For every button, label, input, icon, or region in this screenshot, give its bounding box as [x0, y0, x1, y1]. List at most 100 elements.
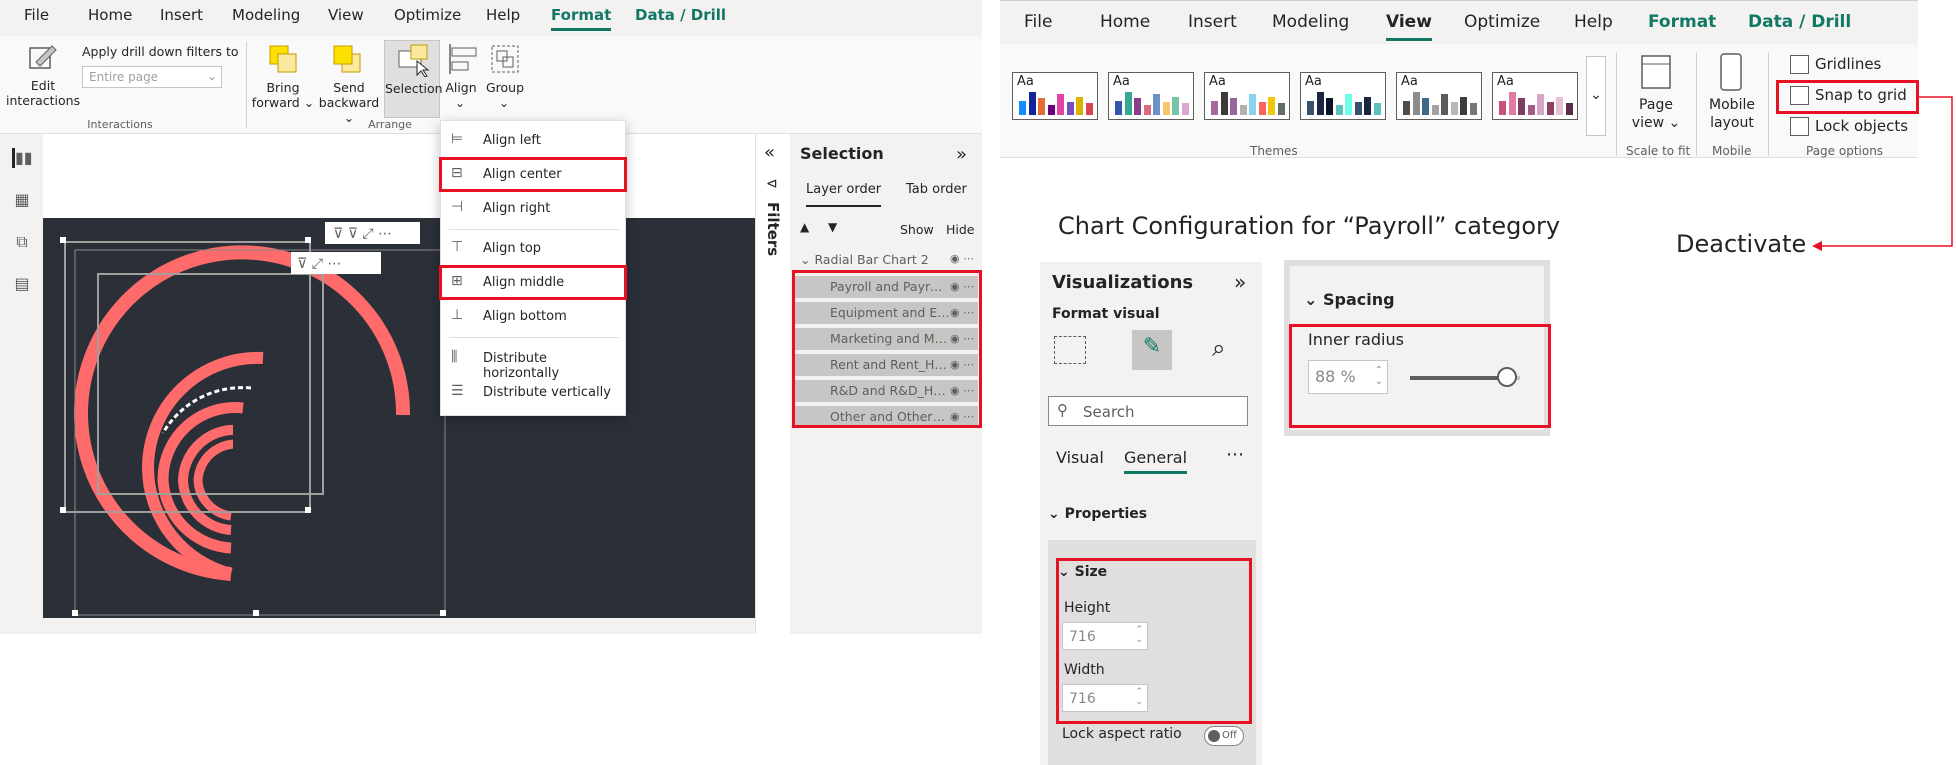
- theme-color-swatch: [1431, 105, 1439, 115]
- format-brush-icon[interactable]: ✎: [1132, 330, 1172, 370]
- move-up-icon[interactable]: ▲: [800, 220, 809, 234]
- tab-general[interactable]: General: [1124, 448, 1188, 474]
- menu-help[interactable]: Help: [1574, 12, 1613, 32]
- menu-view[interactable]: View: [1386, 12, 1432, 41]
- theme-color-swatch: [1527, 105, 1535, 115]
- lock-aspect-label: Lock aspect ratio: [1062, 726, 1182, 742]
- menu-insert[interactable]: Insert: [1188, 12, 1237, 32]
- lock-aspect-toggle[interactable]: Off: [1204, 726, 1244, 746]
- theme-tile[interactable]: Aa: [1012, 72, 1098, 120]
- hide-all-button[interactable]: Hide: [946, 222, 975, 237]
- align-left-item[interactable]: ⊨ Align left: [441, 125, 627, 157]
- distribute-vertically-item[interactable]: ☰ Distribute vertically: [441, 377, 627, 409]
- menu-bar: File Home Insert Modeling View Optimize …: [0, 0, 982, 36]
- layer-item-other: Other and Other_...: [830, 409, 950, 424]
- slider-thumb[interactable]: [1496, 367, 1517, 387]
- gridlines-checkbox[interactable]: [1790, 55, 1809, 74]
- themes-dropdown-chevron-icon[interactable]: ⌄: [1586, 56, 1606, 136]
- align-right-item[interactable]: ⊣ Align right: [441, 193, 627, 225]
- filters-pane-collapsed[interactable]: « ⊲ Filters: [755, 134, 790, 634]
- show-all-button[interactable]: Show: [900, 222, 934, 237]
- menu-data-drill[interactable]: Data / Drill: [1748, 12, 1851, 32]
- menu-insert[interactable]: Insert: [160, 6, 203, 24]
- theme-color-swatch: [1172, 97, 1179, 115]
- inner-radius-input[interactable]: 88 % ⌃ ⌄: [1308, 360, 1388, 394]
- menu-optimize[interactable]: Optimize: [394, 6, 461, 24]
- stepper-icon[interactable]: ⌃ ⌄: [1135, 625, 1143, 645]
- properties-section[interactable]: ⌄ Properties: [1048, 506, 1147, 522]
- layer-item-rent: Rent and Rent_Hel...: [830, 357, 950, 372]
- eye-icon[interactable]: ◉ ⋯: [950, 332, 974, 345]
- theme-color-swatch: [1326, 98, 1333, 115]
- page-view-button[interactable]: Page view ⌄: [1630, 96, 1682, 132]
- eye-icon[interactable]: ◉ ⋯: [950, 306, 974, 319]
- menu-home[interactable]: Home: [88, 6, 132, 24]
- eye-icon[interactable]: ◉ ⋯: [950, 280, 974, 293]
- menu-modeling[interactable]: Modeling: [232, 6, 300, 24]
- align-middle-item[interactable]: ⊞ Align middle: [441, 267, 627, 299]
- menu-view[interactable]: View: [328, 6, 364, 24]
- spacing-section-toggle[interactable]: ⌄ Spacing: [1304, 290, 1395, 309]
- menu-data-drill[interactable]: Data / Drill: [635, 6, 726, 24]
- height-input[interactable]: 716 ⌃ ⌄: [1062, 622, 1148, 650]
- theme-tile[interactable]: Aa: [1396, 72, 1482, 120]
- eye-icon[interactable]: ◉ ⋯: [950, 358, 974, 371]
- group-row[interactable]: ⌄ Radial Bar Chart 2: [800, 252, 929, 267]
- tab-layer-order[interactable]: Layer order: [806, 182, 882, 207]
- align-bottom-item[interactable]: ⊥ Align bottom: [441, 301, 627, 333]
- more-options-icon[interactable]: ⋯: [1226, 444, 1244, 465]
- menu-format[interactable]: Format: [551, 6, 612, 31]
- radial-bar-chart[interactable]: ⊽ ⊽ ⤢ ⋯ ⊽ ⤢ ⋯: [43, 218, 755, 618]
- move-down-icon[interactable]: ▼: [828, 220, 837, 234]
- report-view-icon[interactable]: ▮▮: [12, 148, 33, 168]
- group-button[interactable]: Group: [482, 80, 528, 95]
- stepper-icon[interactable]: ⌃ ⌄: [1135, 687, 1143, 707]
- stepper-icon[interactable]: ⌃ ⌄: [1375, 365, 1383, 387]
- menu-home[interactable]: Home: [1100, 12, 1150, 32]
- report-canvas[interactable]: ⊽ ⊽ ⤢ ⋯ ⊽ ⤢ ⋯: [43, 218, 755, 618]
- selection-button[interactable]: Selection: [384, 40, 443, 118]
- collapse-chevron-icon[interactable]: »: [1234, 270, 1246, 294]
- edit-interactions-button[interactable]: Edit interactions: [6, 78, 80, 108]
- layer-item-marketing: Marketing and Ma...: [830, 331, 950, 346]
- align-center-item[interactable]: ⊟ Align center: [441, 159, 627, 191]
- dax-query-icon[interactable]: ▤: [12, 274, 32, 294]
- tab-visual[interactable]: Visual: [1056, 448, 1104, 467]
- expand-chevron-icon[interactable]: «: [764, 142, 775, 163]
- theme-tile[interactable]: Aa: [1204, 72, 1290, 120]
- size-section-toggle[interactable]: ⌄ Size: [1058, 564, 1107, 580]
- spacing-card: ⌄ Spacing Inner radius 88 % ⌃ ⌄: [1284, 260, 1550, 436]
- menu-help[interactable]: Help: [486, 6, 520, 24]
- eye-icon[interactable]: ◉ ⋯: [950, 410, 974, 423]
- theme-color-swatch: [1518, 98, 1525, 115]
- collapse-chevron-icon[interactable]: »: [956, 144, 967, 165]
- table-view-icon[interactable]: ▦: [12, 190, 32, 210]
- drill-scope-select[interactable]: Entire page ⌄: [82, 66, 222, 88]
- search-input[interactable]: ⚲ Search: [1048, 396, 1248, 426]
- theme-tile[interactable]: Aa: [1300, 72, 1386, 120]
- tab-tab-order[interactable]: Tab order: [906, 182, 967, 197]
- mobile-layout-button[interactable]: Mobile layout: [1704, 96, 1760, 132]
- inner-radius-slider[interactable]: [1410, 367, 1520, 387]
- menu-file[interactable]: File: [1024, 12, 1052, 32]
- lock-objects-checkbox[interactable]: [1790, 117, 1809, 136]
- menu-optimize[interactable]: Optimize: [1464, 12, 1540, 32]
- eye-icon[interactable]: ◉ ⋯: [950, 252, 974, 265]
- theme-tile[interactable]: Aa: [1108, 72, 1194, 120]
- theme-color-swatch: [1469, 103, 1477, 115]
- align-top-item[interactable]: ⊤ Align top: [441, 233, 627, 265]
- menu-format[interactable]: Format: [1648, 12, 1716, 32]
- snap-to-grid-checkbox[interactable]: [1790, 86, 1809, 105]
- bring-forward-button[interactable]: Bring forward ⌄: [248, 80, 318, 110]
- menu-file[interactable]: File: [24, 6, 49, 24]
- toggle-state-label: Off: [1222, 730, 1237, 741]
- theme-tile[interactable]: Aa: [1492, 72, 1578, 120]
- analytics-magnifier-icon[interactable]: ⌕: [1212, 334, 1225, 362]
- menu-modeling[interactable]: Modeling: [1272, 12, 1349, 32]
- distribute-horizontally-item[interactable]: ⫼ Distribute horizontally: [441, 343, 627, 381]
- align-button[interactable]: Align: [440, 80, 482, 95]
- build-visual-icon[interactable]: [1054, 336, 1086, 364]
- width-input[interactable]: 716 ⌃ ⌄: [1062, 684, 1148, 712]
- model-view-icon[interactable]: ⧉: [12, 232, 32, 252]
- eye-icon[interactable]: ◉ ⋯: [950, 384, 974, 397]
